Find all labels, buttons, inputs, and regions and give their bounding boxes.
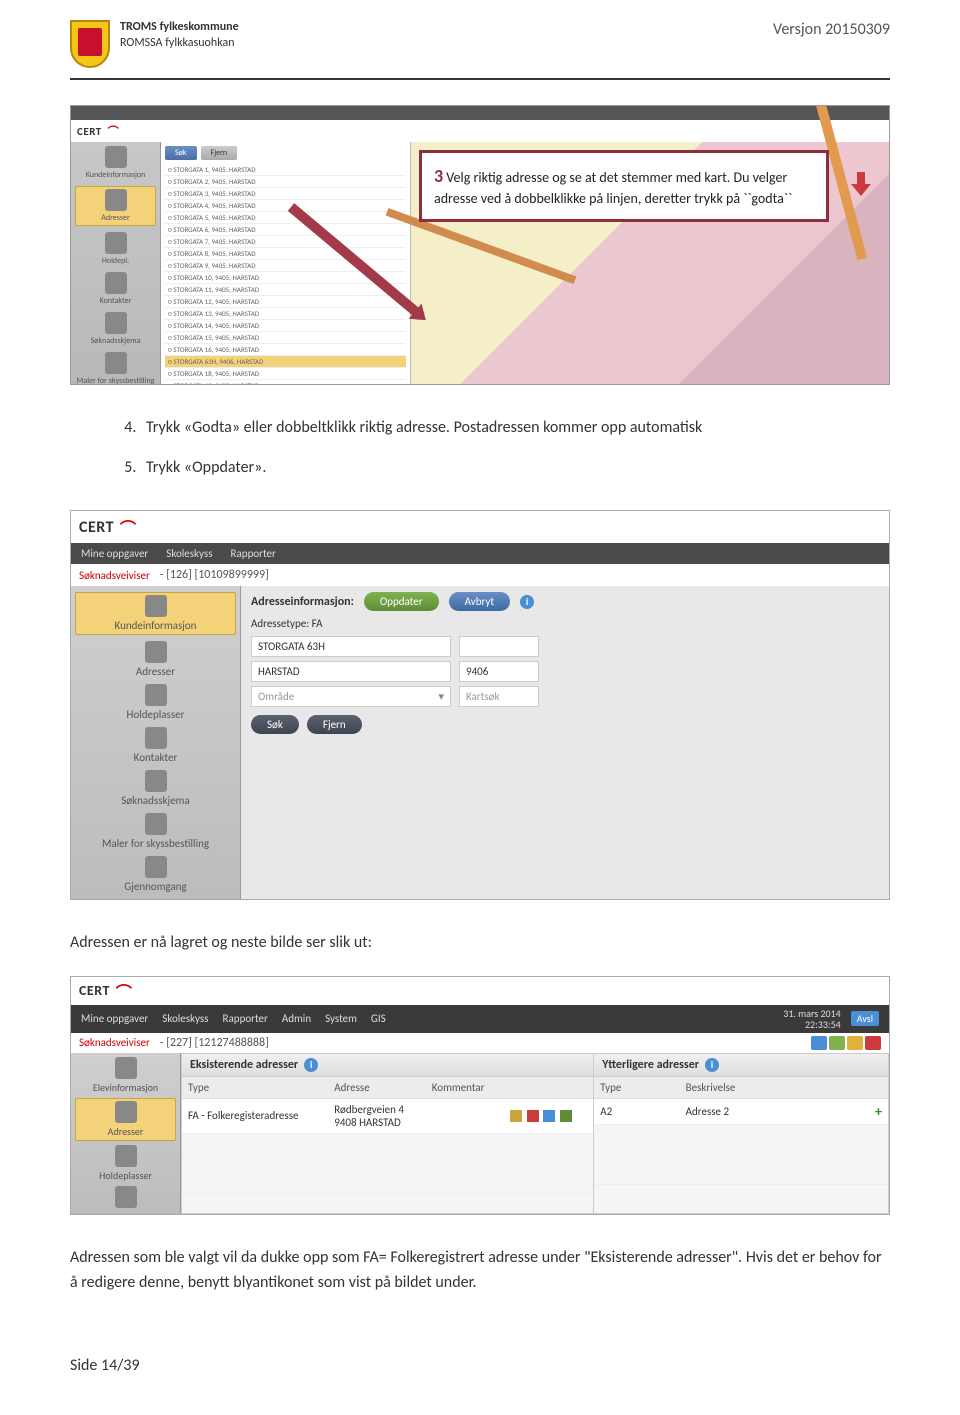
cert-logo-2: CERT [79,518,114,537]
org-line-2: ROMSSA fylkkasuohkan [120,36,239,52]
window-control-icons [811,1036,881,1050]
map-icon[interactable] [543,1110,555,1122]
wizard-title-3: Søknadsveiviser [79,1036,150,1049]
menu-rapporter[interactable]: Rapporter [223,1012,268,1025]
para-bottom: Adressen som ble valgt vil da dukke opp … [70,1245,890,1296]
ytterligere-adresser-title: Ytterligere adresser [602,1058,699,1072]
crest-icon [70,20,110,68]
menu-rapporter[interactable]: Rapporter [231,547,276,560]
step-5: Trykk «Oppdater». [140,455,890,481]
sok-button[interactable]: Søk [251,715,299,734]
info-icon[interactable]: i [705,1058,719,1072]
step-4: Trykk «Godta» eller dobbeltklikk riktig … [140,415,890,441]
page-header: TROMS fylkeskommune ROMSSA fylkkasuohkan… [70,20,890,80]
time-label: 22:33:54 [783,1019,840,1030]
shot1-sidebar: Kundeinformasjon Adresser Holdepl. Konta… [71,142,161,385]
tab-sok[interactable]: Søk [165,146,197,160]
postnr-field[interactable]: 9406 [459,661,539,682]
callout-step-3: 3 Velg riktig adresse og se at det stemm… [419,150,829,222]
ytterligere-adresser-table: Type Beskrivelse A2 Adresse 2 + [594,1077,888,1185]
sidebar-item-adresser[interactable]: Adresser [75,641,236,678]
info-icon[interactable]: i [304,1058,318,1072]
icon-2[interactable] [829,1036,845,1050]
wizard-title: Søknadsveiviser [79,569,150,582]
screenshot-3: CERT ⌒ Mine oppgaver Skoleskyss Rapporte… [70,976,890,1215]
cert-logo-3: CERT [79,982,110,999]
avslutt-button[interactable]: Avsl [851,1011,879,1026]
sidebar-item-adresser[interactable]: Adresser [75,186,156,226]
table-row[interactable]: A2 Adresse 2 + [594,1098,888,1124]
omrade-select[interactable]: Område [251,686,451,707]
menu-mine-oppgaver[interactable]: Mine oppgaver [81,1012,148,1025]
instruction-list: Trykk «Godta» eller dobbeltklikk riktig … [100,415,890,480]
gateadresse-field[interactable]: STORGATA 63H [251,636,451,657]
org-line-1: TROMS fylkeskommune [120,20,239,36]
page-footer: Side 14/39 [70,1356,890,1375]
sidebar-item-adresser[interactable]: Adresser [75,1098,176,1141]
avbryt-button[interactable]: Avbryt [449,592,511,611]
poststed-field[interactable]: HARSTAD [251,661,451,682]
map-panel[interactable]: 3 Velg riktig adresse og se at det stemm… [411,142,889,385]
sidebar-item-kontakter[interactable]: Kontakter [75,727,236,764]
cert-swoosh-icon: ⌒ [120,515,136,539]
icon-1[interactable] [811,1036,827,1050]
sidebar-item-elevinformasjon[interactable]: Elevinformasjon [75,1057,176,1094]
icon-3[interactable] [847,1036,863,1050]
version-label: Versjon 20150309 [773,20,890,39]
address-result-list[interactable]: Søk Fjern ○ STORGATA 1, 9405, HARSTAD ○ … [161,142,411,385]
sidebar-item-holdeplasser[interactable]: Holdeplasser [75,684,236,721]
sidebar-item-soknadsskjema[interactable]: Søknadsskjema [75,770,236,807]
oppdater-button[interactable]: Oppdater [364,592,439,611]
check-icon[interactable] [560,1110,572,1122]
delete-icon[interactable] [527,1110,539,1122]
wizard-id-3: - [227] [12127488888] [160,1036,269,1050]
sidebar-item-gjennomgang[interactable]: Gjennomgang [75,856,236,893]
info-icon[interactable]: i [520,595,534,609]
cert-swoosh-icon: ⌒ [116,979,132,1003]
kartsok-field[interactable]: Kartsøk [459,686,539,707]
icon-4[interactable] [865,1036,881,1050]
menu-admin[interactable]: Admin [282,1012,311,1025]
eksisterende-adresser-table: Type Adresse Kommentar FA - Folkeregiste… [182,1077,593,1194]
edit-pencil-icon[interactable] [510,1110,522,1122]
fjern-button[interactable]: Fjern [307,715,362,734]
screenshot-2: CERT ⌒ Mine oppgaver Skoleskyss Rapporte… [70,510,890,900]
menu-gis[interactable]: GIS [371,1012,386,1025]
add-plus-icon[interactable]: + [875,1103,882,1120]
cert-logo: CERT [77,125,102,138]
menu-mine-oppgaver[interactable]: Mine oppgaver [81,547,148,560]
menu-skoleskyss[interactable]: Skoleskyss [162,1012,208,1025]
wizard-id: - [126] [10109899999] [160,568,269,582]
para-after-shot2: Adressen er nå lagret og neste bilde ser… [70,930,890,956]
adresseinfo-label: Adresseinformasjon: [251,595,354,609]
sidebar-item-holdeplasser[interactable]: Holdeplasser [75,1145,176,1182]
eksisterende-adresser-title: Eksisterende adresser [190,1058,298,1072]
screenshot-1: CERT ⌒ Kundeinformasjon Adresser Holdepl… [70,105,890,385]
sidebar-item-kundeinformasjon[interactable]: Kundeinformasjon [75,592,236,635]
list-row-selected[interactable]: ○ STORGATA 63H, 9406, HARSTAD [165,356,406,368]
tab-fjern[interactable]: Fjern [201,146,238,160]
menu-system[interactable]: System [325,1012,357,1025]
arrow-down-icon [853,172,869,196]
shot2-menubar: Mine oppgaver Skoleskyss Rapporter [71,543,889,564]
table-row[interactable]: FA - Folkeregisteradresse Rødbergveien 4… [182,1098,593,1133]
enhet-field[interactable] [459,636,539,657]
menu-skoleskyss[interactable]: Skoleskyss [166,547,212,560]
adressetype-label: Adressetype: FA [251,617,879,630]
sidebar-item-maler[interactable]: Maler for skyssbestilling [75,813,236,850]
cert-swoosh-icon: ⌒ [108,123,119,139]
